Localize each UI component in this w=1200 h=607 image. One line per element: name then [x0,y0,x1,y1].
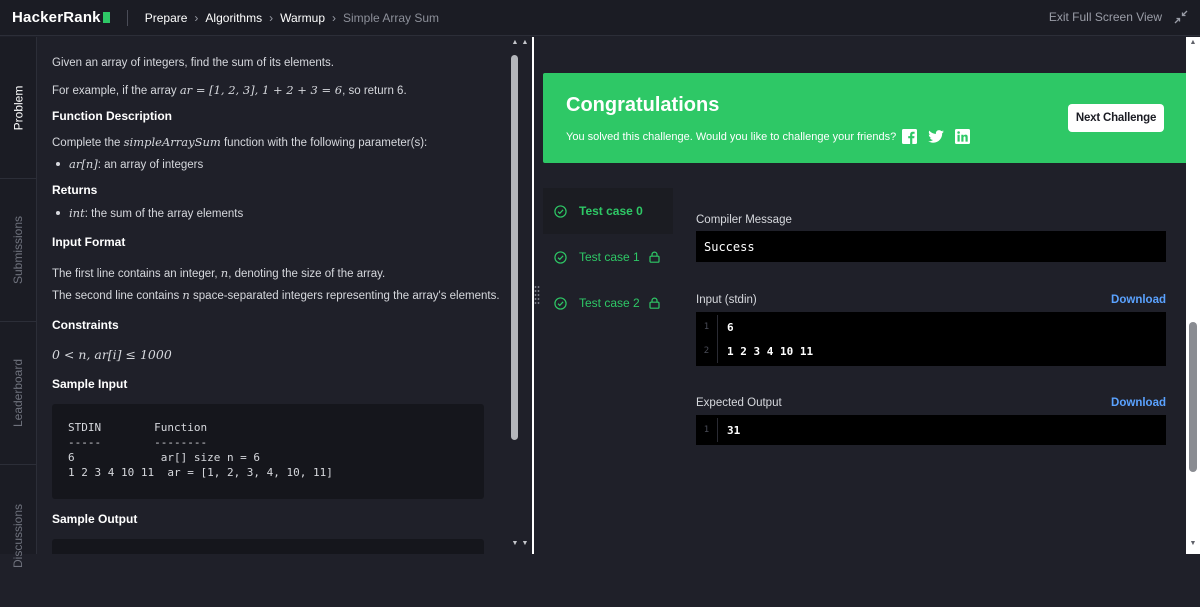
test-case-1-tab[interactable]: Test case 1 [543,234,673,280]
input-format-line-2: The second line contains n space-separat… [52,288,500,302]
results-scrollbar[interactable]: ▲ ▼ [1186,37,1200,554]
download-input-link[interactable]: Download [1111,294,1166,306]
input-line: 16 [696,315,1166,339]
returns-heading: Returns [52,183,98,197]
check-circle-icon [554,296,567,310]
function-description-text: Complete the simpleArraySum function wit… [52,135,428,149]
expected-line: 1 31 [696,418,1166,442]
banner-title: Congratulations [566,94,720,116]
sample-input-code: STDIN Function ----- -------- 6 ar[] siz… [52,404,484,499]
breadcrumb-current: Simple Array Sum [343,10,440,25]
breadcrumb-warmup[interactable]: Warmup [280,11,325,25]
logo-mark-icon [102,12,110,23]
banner-subtitle: You solved this challenge. Would you lik… [566,131,897,143]
problem-scrollbar[interactable]: ▲ ▼ ▲ ▼ [508,37,532,554]
scroll-down-icon[interactable]: ▼ [510,540,520,547]
breadcrumb: Prepare › Algorithms › Warmup › Simple A… [145,11,439,25]
scroll-thumb[interactable] [1189,322,1197,472]
chevron-right-icon: › [269,10,274,25]
expected-output-box: 1 31 [696,415,1166,445]
exit-full-screen-link[interactable]: Exit Full Screen View [1049,10,1162,24]
check-circle-icon [554,204,567,218]
sample-output-code [52,539,484,554]
tab-submissions[interactable]: Submissions [0,179,37,322]
scroll-thumb[interactable] [511,55,518,440]
lock-icon [649,297,660,309]
sample-input-heading: Sample Input [52,377,128,391]
intro-text: Given an array of integers, find the sum… [52,57,334,69]
download-expected-link[interactable]: Download [1111,397,1166,409]
tab-discussions[interactable]: Discussions [0,465,37,607]
tab-problem[interactable]: Problem [0,37,37,179]
breadcrumb-algorithms[interactable]: Algorithms [205,11,262,25]
hackerrank-logo[interactable]: HackerRank [12,9,110,26]
expected-output-label: Expected Output [696,397,782,409]
test-case-list: Test case 0 Test case 1 Test case 2 [543,188,673,326]
test-case-0-tab[interactable]: Test case 0 [543,188,673,234]
drag-handle-icon[interactable] [534,284,540,310]
top-bar: HackerRank Prepare › Algorithms › Warmup… [0,0,1200,36]
parameter-item: ar[n]: an array of integers [52,157,203,171]
constraints-text: 0 < n, ar[i] ≤ 1000 [52,347,172,362]
scroll-up-icon[interactable]: ▲ [520,39,530,46]
facebook-icon[interactable] [901,128,918,145]
test-case-2-tab[interactable]: Test case 2 [543,280,673,326]
compiler-message: Success [704,240,755,254]
divider [126,9,128,26]
scroll-down-icon[interactable]: ▼ [520,540,530,547]
constraints-heading: Constraints [52,318,119,332]
example-text: For example, if the array ar = [1, 2, 3]… [52,83,407,97]
input-box: 16 21 2 3 4 10 11 [696,312,1166,366]
input-label: Input (stdin) [696,294,757,306]
tab-leaderboard[interactable]: Leaderboard [0,322,37,465]
lock-icon [649,251,660,263]
next-challenge-button[interactable]: Next Challenge [1068,104,1164,132]
compiler-message-box: Success [696,231,1166,262]
input-line: 21 2 3 4 10 11 [696,339,1166,363]
results-pane: Congratulations You solved this challeng… [534,37,1188,554]
problem-statement: Given an array of integers, find the sum… [38,37,508,554]
returns-item: int: the sum of the array elements [52,206,243,220]
sample-output-heading: Sample Output [52,512,138,526]
input-format-heading: Input Format [52,235,126,249]
scroll-up-icon[interactable]: ▲ [1188,39,1198,46]
shrink-icon[interactable] [1174,10,1188,24]
breadcrumb-prepare[interactable]: Prepare [145,11,188,25]
scroll-down-icon[interactable]: ▼ [1188,540,1198,547]
chevron-right-icon: › [332,10,337,25]
linkedin-icon[interactable] [954,128,971,145]
chevron-right-icon: › [194,10,199,25]
success-banner: Congratulations You solved this challeng… [543,73,1188,163]
compiler-message-label: Compiler Message [696,214,792,226]
check-circle-icon [554,250,567,264]
side-tabs: Problem Submissions Leaderboard Discussi… [0,37,37,568]
input-format-line-1: The first line contains an integer, n, d… [52,266,386,280]
twitter-icon[interactable] [927,128,944,145]
scroll-up-icon[interactable]: ▲ [510,39,520,46]
function-description-heading: Function Description [52,109,172,123]
